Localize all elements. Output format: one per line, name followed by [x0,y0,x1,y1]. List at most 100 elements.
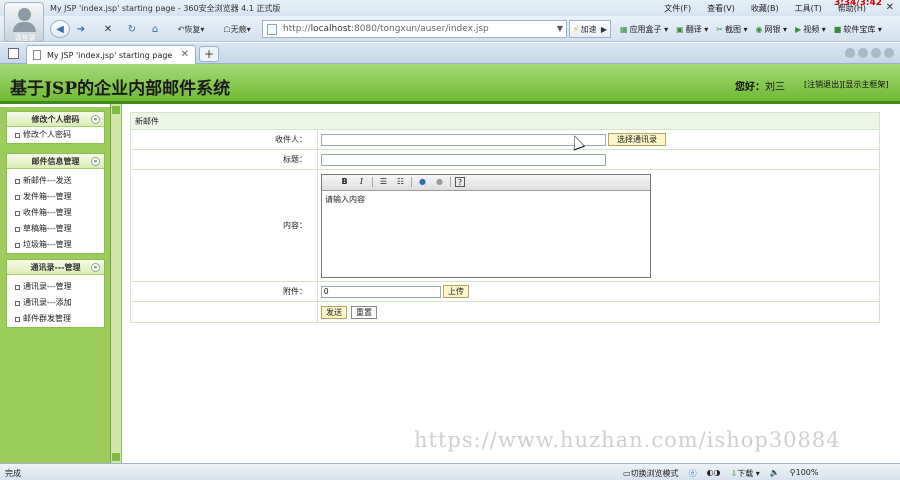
incognito-button[interactable]: ☖ 无痕 ▾ [216,20,258,38]
app-box-label: 应用盒子 [629,25,662,34]
switch-mode-button[interactable]: ▭切换浏览模式 [623,468,679,479]
attachment-input[interactable] [321,285,441,298]
page-icon [267,23,277,35]
sound-icon[interactable]: 🔈 [770,468,780,479]
form-heading: 新邮件 [131,113,879,130]
menu-tools[interactable]: 工具(T) [795,3,822,14]
scroll-down-icon[interactable] [112,453,120,461]
panel-header[interactable]: 通讯录---管理 « [7,260,104,275]
help-button[interactable]: ? [455,177,465,187]
panel-header[interactable]: 修改个人密码 « [7,112,104,127]
ie-icon[interactable]: ⓔ [689,468,697,479]
greeting-text: 您好： [735,82,765,93]
sidebar-item-inbox[interactable]: 收件箱---管理 [7,205,104,221]
attachment-label: 附件： [131,282,318,301]
collapse-icon[interactable]: « [91,263,100,272]
menu-file[interactable]: 文件(F) [664,3,691,14]
video-button[interactable]: ▶ 视频 ▾ [795,24,826,35]
panel-change-password: 修改个人密码 « 修改个人密码 [6,111,105,144]
reset-button[interactable]: 重置 [351,305,377,319]
go-button[interactable]: ▶ [598,20,610,38]
unordered-list-icon[interactable]: ☷ [394,176,407,188]
compose-form: 新邮件 收件人： 选择通讯录 标题： 内容： B I ☰ ☷ ● ● ? 请输入… [130,112,880,323]
stop-button[interactable]: ✕ [98,20,118,38]
browser-title-bar: My JSP 'index.jsp' starting page - 360安全… [0,0,900,16]
sidebar-item-change-password[interactable]: 修改个人密码 [7,127,104,143]
app-header: 基于JSP的企业内部邮件系统 您好：刘三 [注销退出][显示主框架] [0,64,900,104]
app-title: 基于JSP的企业内部邮件系统 [10,79,231,99]
menu-favorites[interactable]: 收藏(B) [751,3,779,14]
select-contacts-button[interactable]: 选择通讯录 [608,133,666,146]
back-button[interactable]: ◀ [50,20,70,38]
remove-link-icon[interactable]: ● [433,176,446,188]
speed-label: 加速 [580,24,597,34]
scroll-up-icon[interactable] [112,106,120,114]
status-right-items: ▭切换浏览模式 ⓔ ◐◑ ⇩下载 ▾ 🔈 ⚲100% [623,468,819,479]
italic-button[interactable]: I [355,176,368,188]
forward-button[interactable]: ➔ [72,20,90,38]
screenshot-button[interactable]: ✂ 截图 ▾ [716,24,747,35]
status-bar: 完成 ▭切换浏览模式 ⓔ ◐◑ ⇩下载 ▾ 🔈 ⚲100% [0,463,900,480]
refresh-button[interactable]: ↻ [122,20,142,38]
attachment-value-cell: 上传 [321,282,469,301]
subject-input[interactable] [321,153,606,166]
header-links: [注销退出][显示主框架] [804,79,889,90]
content-value-cell: B I ☰ ☷ ● ● ? 请输入内容 [321,170,651,281]
tab-label: My JSP 'index.jsp' starting page [47,50,173,60]
window-close-icon[interactable]: ✕ [886,2,894,13]
logout-link[interactable]: [注销退出] [804,80,842,89]
sidebar-item-contacts-add[interactable]: 通讯录---添加 [7,295,104,311]
actions-row: 发送 重置 [131,302,879,322]
tab-menu-icon[interactable] [871,48,881,58]
rich-text-editor: B I ☰ ☷ ● ● ? 请输入内容 [321,173,651,278]
address-bar[interactable]: http://localhost:8080/tongxun/auser/inde… [262,20,567,38]
sidebar-item-new-mail[interactable]: 新邮件---发送 [7,173,104,189]
online-banking-button[interactable]: ◉ 网银 ▾ [756,24,788,35]
tab-close-icon[interactable]: ✕ [181,49,189,60]
content-editor-area[interactable]: 请输入内容 [322,191,650,208]
ordered-list-icon[interactable]: ☰ [377,176,390,188]
collapse-icon[interactable]: « [91,115,100,124]
sidebar-splitter[interactable] [110,104,122,463]
restore-button[interactable]: ↶ 恢复 ▾ [170,20,212,38]
new-tab-button[interactable]: + [199,46,219,62]
app-box-button[interactable]: ▦ 应用盒子 ▾ [620,24,668,35]
download-button[interactable]: ⇩下载 ▾ [731,468,760,479]
panel-header[interactable]: 邮件信息管理 « [7,154,104,169]
subject-label: 标题： [131,150,318,169]
main-content: 新邮件 收件人： 选择通讯录 标题： 内容： B I ☰ ☷ ● ● ? 请输入… [122,107,900,463]
address-dropdown-icon[interactable]: ▼ [557,24,563,33]
stop-icon: ✕ [103,23,113,35]
tab-scroll-left-icon[interactable] [845,48,855,58]
url-scheme: http:// [283,24,311,34]
translate-button[interactable]: ▣ 翻译 ▾ [676,24,708,35]
toolbar-separator [411,177,412,187]
restore-icon: ↶ [177,24,185,34]
content-row: 内容： B I ☰ ☷ ● ● ? 请输入内容 [131,170,879,282]
insert-link-icon[interactable]: ● [416,176,429,188]
home-button[interactable]: ⌂ [145,20,165,38]
send-button[interactable]: 发送 [321,305,347,319]
toggle-icon[interactable]: ◐◑ [707,468,721,479]
sidebar-item-trash[interactable]: 垃圾箱---管理 [7,237,104,253]
upload-button[interactable]: 上传 [443,285,469,298]
software-store-button[interactable]: ■ 软件宝库 ▾ [834,24,882,35]
menu-view[interactable]: 查看(V) [707,3,735,14]
login-avatar[interactable]: 请登录 [4,2,44,42]
zoom-button[interactable]: ⚲100% [790,468,819,479]
sidebar-item-outbox[interactable]: 发件箱---管理 [7,189,104,205]
left-sidebar: 修改个人密码 « 修改个人密码 邮件信息管理 « 新邮件---发送 发件箱---… [0,107,110,463]
tab-list-icon[interactable] [8,48,19,59]
sidebar-item-contacts-manage[interactable]: 通讯录---管理 [7,279,104,295]
sidebar-item-mass-mail[interactable]: 邮件群发管理 [7,311,104,327]
show-main-frame-link[interactable]: [显示主框架] [842,80,888,89]
sidebar-item-drafts[interactable]: 草稿箱---管理 [7,221,104,237]
zoom-level: 100% [795,468,819,477]
collapse-icon[interactable]: « [91,157,100,166]
tab-more-icon[interactable] [884,48,894,58]
tab-index-jsp[interactable]: My JSP 'index.jsp' starting page ✕ [26,45,196,64]
tab-scroll-right-icon[interactable] [858,48,868,58]
recipient-input[interactable] [321,133,606,146]
browser-toolbar: ◀ ➔ ✕ ↻ ⌂ ↶ 恢复 ▾ ☖ 无痕 ▾ http://localhost:808… [0,16,900,42]
bold-button[interactable]: B [338,176,351,188]
